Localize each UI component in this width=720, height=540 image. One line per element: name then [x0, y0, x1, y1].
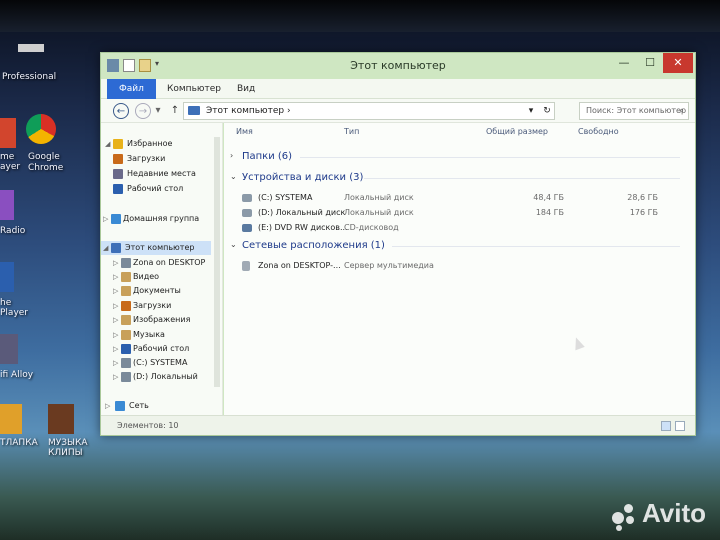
homegroup-icon	[111, 214, 121, 224]
nav-item-downloads[interactable]: Загрузки	[101, 152, 211, 166]
desktop-icon-pc[interactable]: Professional	[0, 44, 100, 84]
search-icon: ⌕	[679, 106, 684, 115]
desktop-icon-chrome[interactable]: Google Chrome	[0, 114, 100, 173]
maximize-button[interactable]: ☐	[637, 53, 663, 73]
nav-item-homegroup[interactable]: ▷ Домашняя группа	[101, 212, 211, 226]
address-dropdown-button[interactable]: ▾	[524, 103, 538, 119]
file-list: Имя Тип Общий размер Свободно › Папки (6…	[224, 123, 695, 415]
navigation-pane: ◢ Избранное Загрузки Недавние места Рабо…	[101, 123, 223, 415]
navigation-bar: ← → ▾ ↑ Этот компьютер › ▾ ↻ Поиск: Этот…	[101, 99, 695, 123]
nav-item-network[interactable]: ▷ Сеть	[101, 399, 211, 413]
dvd-drive-icon	[242, 224, 252, 232]
details-view-button[interactable]	[661, 421, 671, 431]
pictures-icon	[121, 315, 131, 325]
window-title: Этот компьютер	[350, 59, 446, 72]
nav-item-desktop-pc[interactable]: ▷ Рабочий стол	[101, 342, 211, 356]
desktop-icon	[113, 184, 123, 194]
expand-icon: ›	[230, 151, 234, 160]
forward-button[interactable]: →	[135, 103, 151, 119]
drive-row-e[interactable]: (E:) DVD RW дисков... CD-дисковод	[224, 221, 695, 235]
group-network-locations[interactable]: ⌄ Сетевые расположения (1)	[230, 240, 690, 254]
drive-icon	[242, 194, 252, 202]
tiles-view-button[interactable]	[675, 421, 685, 431]
video-icon	[121, 272, 131, 282]
chrome-icon	[26, 114, 56, 144]
nav-item-zona[interactable]: ▷ Zona on DESKTOP	[101, 256, 211, 270]
nav-item-favorites[interactable]: ◢ Избранное	[101, 137, 211, 151]
downloads-icon	[113, 154, 123, 164]
drive-row-d[interactable]: (D:) Локальный диск Локальный диск 184 Г…	[224, 206, 695, 220]
desktop-icon	[121, 344, 131, 354]
music-icon	[121, 330, 131, 340]
drive-icon	[121, 372, 131, 382]
up-button[interactable]: ↑	[167, 103, 183, 119]
media-server-icon	[242, 261, 250, 271]
nav-item-recent[interactable]: Недавние места	[101, 167, 211, 181]
desktop-icon-alloy[interactable]: ifi Alloy	[0, 334, 100, 384]
column-total-size[interactable]: Общий размер	[486, 127, 548, 136]
avito-logo-icon	[612, 504, 638, 531]
desktop-top-strip	[0, 0, 720, 32]
search-placeholder: Поиск: Этот компьютер	[586, 106, 687, 115]
scrollbar-thumb[interactable]	[214, 137, 220, 387]
network-icon	[115, 401, 125, 411]
drive-icon	[121, 358, 131, 368]
nav-item-video[interactable]: ▷ Видео	[101, 270, 211, 284]
computer-icon	[111, 243, 121, 253]
status-bar: Элементов: 10	[101, 415, 695, 435]
documents-icon	[121, 286, 131, 296]
network-row-zona[interactable]: Zona on DESKTOP-... Сервер мультимедиа	[224, 259, 695, 273]
collapse-icon: ⌄	[230, 172, 237, 181]
column-name[interactable]: Имя	[236, 127, 253, 136]
group-devices[interactable]: ⌄ Устройства и диски (3)	[230, 172, 690, 186]
refresh-button[interactable]: ↻	[540, 103, 554, 119]
minimize-button[interactable]: —	[611, 53, 637, 73]
column-type[interactable]: Тип	[344, 127, 359, 136]
desktop-icon-player[interactable]: he Player	[0, 262, 100, 322]
network-folder-icon	[121, 258, 131, 268]
column-free-space[interactable]: Свободно	[578, 127, 619, 136]
nav-item-pictures[interactable]: ▷ Изображения	[101, 313, 211, 327]
title-bar[interactable]: ▾ Этот компьютер — ☐ ✕	[101, 53, 695, 79]
breadcrumb[interactable]: Этот компьютер ›	[206, 103, 291, 119]
computer-icon	[188, 106, 200, 115]
nav-item-this-pc[interactable]: ◢ Этот компьютер	[101, 241, 211, 255]
search-input[interactable]: Поиск: Этот компьютер ⌕	[579, 102, 689, 120]
nav-item-downloads-pc[interactable]: ▷ Загрузки	[101, 299, 211, 313]
nav-item-drive-d[interactable]: ▷ (D:) Локальный	[101, 370, 211, 384]
radio-icon	[0, 190, 14, 220]
recent-locations-button[interactable]: ▾	[153, 103, 163, 119]
drive-icon	[242, 209, 252, 217]
nav-item-desktop[interactable]: Рабочий стол	[101, 182, 211, 196]
ribbon-tabs: Файл Компьютер Вид	[101, 79, 695, 99]
group-folders[interactable]: › Папки (6)	[230, 151, 690, 165]
monitor-icon	[18, 44, 44, 52]
recent-icon	[113, 169, 123, 179]
close-button[interactable]: ✕	[663, 53, 693, 73]
address-bar[interactable]: Этот компьютер › ▾ ↻	[183, 102, 555, 120]
nav-item-documents[interactable]: ▷ Документы	[101, 284, 211, 298]
back-button[interactable]: ←	[113, 103, 129, 119]
item-count: Элементов: 10	[117, 421, 179, 430]
alloy-icon	[0, 334, 18, 364]
desktop-icon-radio[interactable]: Radio	[0, 190, 100, 240]
nav-scrollbar[interactable]	[213, 123, 221, 415]
tab-view[interactable]: Вид	[225, 79, 267, 99]
nav-item-music[interactable]: ▷ Музыка	[101, 328, 211, 342]
player-icon	[0, 262, 14, 292]
downloads-icon	[121, 301, 131, 311]
tab-file[interactable]: Файл	[107, 79, 156, 99]
collapse-icon: ⌄	[230, 240, 237, 249]
tab-computer[interactable]: Компьютер	[155, 79, 233, 99]
nav-item-drive-c[interactable]: ▷ (C:) SYSTEMA	[101, 356, 211, 370]
desktop-icons: Professional me ayer Google Chrome Radio…	[0, 40, 100, 520]
desktop-icon-music-clips[interactable]: МУЗЫКА КЛИПЫ	[0, 404, 100, 464]
drive-row-c[interactable]: (C:) SYSTEMA Локальный диск 48,4 ГБ 28,6…	[224, 191, 695, 205]
music-folder-icon	[48, 404, 74, 434]
explorer-window: ▾ Этот компьютер — ☐ ✕ Файл Компьютер Ви…	[100, 52, 696, 436]
star-icon	[113, 139, 123, 149]
